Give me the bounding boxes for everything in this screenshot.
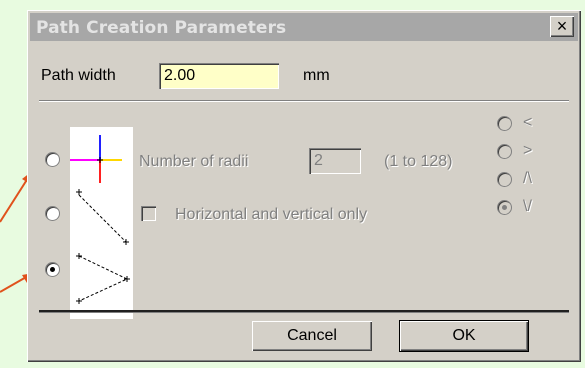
radii-input[interactable]: 2 <box>309 148 361 174</box>
close-button[interactable]: × <box>550 16 574 37</box>
path-preview-icons <box>70 135 130 304</box>
cancel-button[interactable]: Cancel <box>252 321 372 351</box>
path-style-radio-cross[interactable] <box>46 153 59 166</box>
shape-radio-caret[interactable] <box>498 173 511 186</box>
title-bar[interactable]: Path Creation Parameters × <box>30 13 578 41</box>
dialog-title: Path Creation Parameters <box>36 18 287 38</box>
shape-radio-less-than[interactable] <box>498 117 511 130</box>
cross-radii-icon <box>70 135 122 183</box>
angle-path-icon <box>76 253 130 304</box>
bottom-separator <box>39 310 569 313</box>
path-style-radio-diagonal[interactable] <box>46 207 59 220</box>
hv-only-checkbox[interactable] <box>141 206 156 221</box>
path-width-unit: mm <box>303 67 330 84</box>
path-preview-panel <box>70 127 133 319</box>
radii-range-label: (1 to 128) <box>384 153 453 170</box>
path-width-label: Path width <box>41 67 116 84</box>
shape-radio-vee[interactable] <box>498 201 511 214</box>
shape-label-less-than: < <box>523 114 533 131</box>
path-style-radio-angle[interactable] <box>46 263 59 276</box>
close-icon: × <box>556 16 568 36</box>
radio-dot <box>502 205 507 210</box>
top-separator <box>39 100 569 102</box>
diagonal-path-icon <box>76 189 129 245</box>
shape-radio-greater-than[interactable] <box>498 145 511 158</box>
shape-label-greater-than: > <box>523 142 533 159</box>
shape-label-vee: \/ <box>523 198 532 215</box>
shape-label-caret: /\ <box>523 170 532 187</box>
path-width-input[interactable]: 2.00 <box>159 63 279 89</box>
radii-label: Number of radii <box>139 153 249 170</box>
radio-dot <box>50 267 55 272</box>
path-creation-dialog: Path Creation Parameters × Path width 2.… <box>27 10 581 362</box>
hv-only-label: Horizontal and vertical only <box>175 206 368 223</box>
ok-button[interactable]: OK <box>400 321 528 351</box>
